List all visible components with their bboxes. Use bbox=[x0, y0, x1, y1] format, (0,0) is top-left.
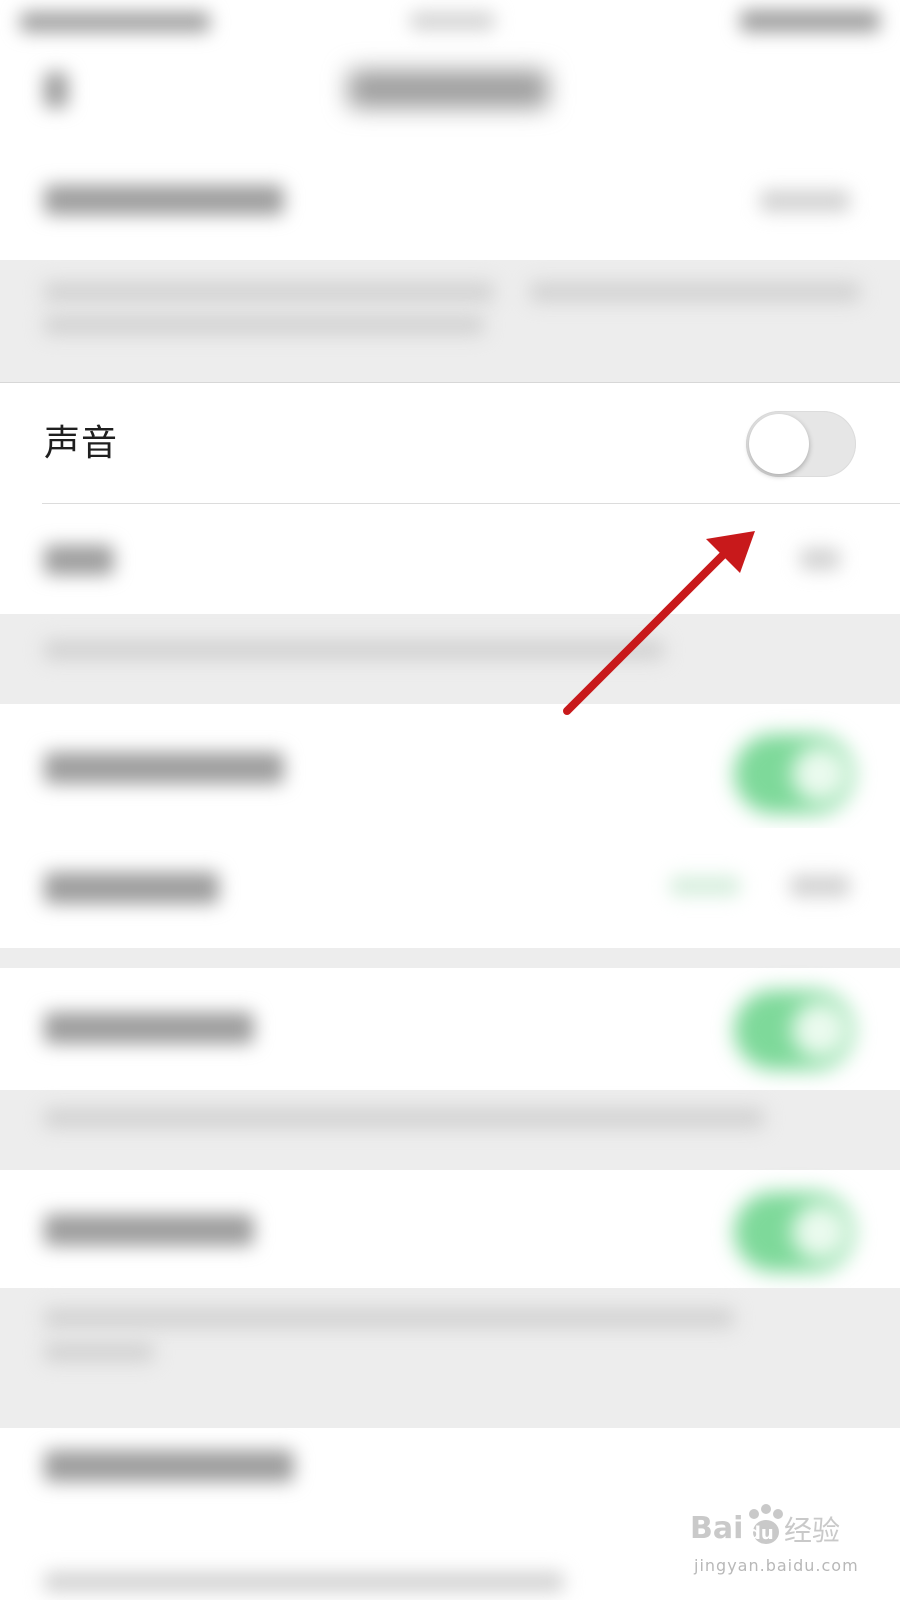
svg-text:经验: 经验 bbox=[784, 1514, 840, 1547]
annotation-arrow-icon bbox=[563, 531, 755, 715]
svg-text:du: du bbox=[748, 1523, 774, 1544]
baidu-jingyan-watermark-logo: Bai du 经验 bbox=[690, 1504, 840, 1547]
svg-text:Bai: Bai bbox=[690, 1511, 743, 1546]
watermark-url: jingyan.baidu.com bbox=[694, 1556, 859, 1575]
